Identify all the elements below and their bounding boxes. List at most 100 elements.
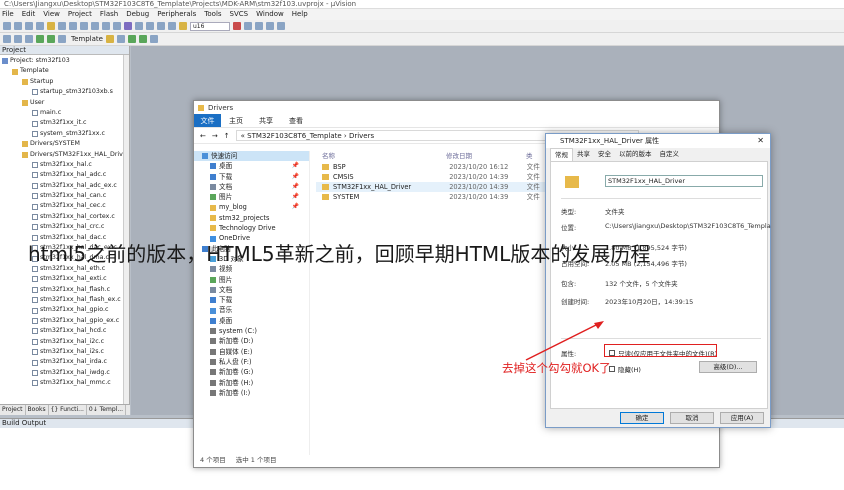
tree-item[interactable]: stm32f1xx_hal_gpio_ex.c	[0, 316, 129, 326]
rebuild-icon[interactable]	[25, 35, 33, 43]
tree-item[interactable]: stm32f1xx_hal_i2c.c	[0, 337, 129, 347]
bookmark-icon[interactable]	[124, 22, 132, 30]
tree-item[interactable]: Template	[0, 66, 129, 76]
tree-item[interactable]: stm32f1xx_hal_can.c	[0, 191, 129, 201]
target-select[interactable]: Template	[71, 35, 103, 43]
nav-item[interactable]: my_blog 📌	[194, 202, 309, 212]
compile-icon[interactable]	[3, 35, 11, 43]
pack-installer-icon[interactable]	[127, 35, 136, 43]
tree-item[interactable]: Drivers/STM32F1xx_HAL_Driv	[0, 150, 129, 160]
uncomment-icon[interactable]	[168, 22, 176, 30]
nav-item[interactable]: 图片	[194, 275, 309, 285]
tree-item[interactable]: stm32f1xx_hal_gpio.c	[0, 305, 129, 315]
file-row[interactable]: STM32F1xx_HAL_Driver 2023/10/20 14:39 文件	[316, 182, 546, 192]
panel-tab[interactable]: 0↓ Templ...	[87, 405, 127, 415]
extra-icon[interactable]	[149, 35, 158, 43]
nav-item[interactable]: 新加卷 (I:)	[194, 388, 309, 398]
configure-icon[interactable]	[255, 22, 263, 30]
menu-item-view[interactable]: View	[43, 9, 60, 20]
unindent-icon[interactable]	[146, 22, 154, 30]
nav-item[interactable]: 自媒体 (E:)	[194, 347, 309, 357]
panel-tab[interactable]: {} Functi...	[49, 405, 87, 415]
new-file-icon[interactable]	[3, 22, 11, 30]
tab-home[interactable]: 主页	[221, 114, 251, 127]
download-icon[interactable]	[47, 35, 55, 43]
nav-item[interactable]: 下载	[194, 295, 309, 305]
batch-build-icon[interactable]	[36, 35, 44, 43]
find-in-files-icon[interactable]	[179, 22, 187, 30]
file-row[interactable]: SYSTEM 2023/10/20 14:39 文件	[316, 192, 546, 202]
menu-item-help[interactable]: Help	[292, 9, 308, 20]
tree-item[interactable]: stm32f1xx_hal_adc.c	[0, 170, 129, 180]
save-all-icon[interactable]	[36, 22, 44, 30]
file-row[interactable]: CMSIS 2023/10/20 14:39 文件	[316, 172, 546, 182]
tree-item[interactable]: stm32f1xx_it.c	[0, 118, 129, 128]
nav-item[interactable]: Technology Drive	[194, 223, 309, 233]
comment-icon[interactable]	[157, 22, 165, 30]
tree-item[interactable]: startup_stm32f103xb.s	[0, 87, 129, 97]
tab-security[interactable]: 安全	[594, 148, 615, 161]
cut-icon[interactable]	[47, 22, 55, 30]
undo-icon[interactable]	[80, 22, 88, 30]
nav-item[interactable]: 文档 📌	[194, 182, 309, 192]
save-icon[interactable]	[25, 22, 33, 30]
indent-icon[interactable]	[135, 22, 143, 30]
tree-item[interactable]: stm32f1xx_hal_iwdg.c	[0, 368, 129, 378]
apply-button[interactable]: 应用(A)	[720, 412, 764, 424]
tree-item[interactable]: stm32f1xx_hal_cortex.c	[0, 212, 129, 222]
nav-item[interactable]: 桌面 📌	[194, 161, 309, 171]
menu-item-window[interactable]: Window	[256, 9, 284, 20]
nav-item[interactable]: 快速访问	[194, 151, 309, 162]
copy-icon[interactable]	[58, 22, 66, 30]
select-packs-icon[interactable]	[116, 35, 125, 43]
tree-item[interactable]: Startup	[0, 77, 129, 87]
tab-view[interactable]: 查看	[281, 114, 311, 127]
window-icon[interactable]	[266, 22, 274, 30]
nav-back-icon[interactable]	[102, 22, 110, 30]
tab-sharing[interactable]: 共享	[573, 148, 594, 161]
cancel-button[interactable]: 取消	[670, 412, 714, 424]
tab-general[interactable]: 常规	[550, 148, 573, 161]
tree-item[interactable]: stm32f1xx_hal_cec.c	[0, 201, 129, 211]
menu-item-peripherals[interactable]: Peripherals	[157, 9, 196, 20]
tab-share[interactable]: 共享	[251, 114, 281, 127]
column-type[interactable]: 类	[526, 151, 533, 162]
column-name[interactable]: 名称	[316, 151, 446, 162]
menu-item-project[interactable]: Project	[68, 9, 92, 20]
tree-item[interactable]: stm32f1xx_hal_irda.c	[0, 357, 129, 367]
tree-item[interactable]: stm32f1xx_hal_hcd.c	[0, 326, 129, 336]
manage-rte-icon[interactable]	[138, 35, 147, 43]
manage-project-icon[interactable]	[105, 35, 114, 43]
advanced-button[interactable]: 高级(D)...	[699, 361, 757, 373]
menu-item-svcs[interactable]: SVCS	[230, 9, 249, 20]
tree-item[interactable]: stm32f1xx_hal_i2s.c	[0, 347, 129, 357]
tree-item[interactable]: main.c	[0, 108, 129, 118]
panel-tab[interactable]: Books	[26, 405, 49, 415]
nav-item[interactable]: 桌面	[194, 316, 309, 326]
nav-item[interactable]: stm32_projects	[194, 213, 309, 223]
column-date[interactable]: 修改日期	[446, 151, 526, 162]
forward-arrow-icon[interactable]: →	[212, 132, 218, 140]
pin-icon[interactable]: 📌	[292, 202, 299, 212]
menu-item-tools[interactable]: Tools	[204, 9, 221, 20]
redo-icon[interactable]	[91, 22, 99, 30]
up-arrow-icon[interactable]: ↑	[224, 132, 230, 140]
find-combo[interactable]: u16	[190, 21, 230, 31]
open-file-icon[interactable]	[14, 22, 22, 30]
search-icon[interactable]	[244, 22, 252, 30]
target-options-icon[interactable]	[58, 35, 66, 43]
tree-item[interactable]: User	[0, 98, 129, 108]
tools-icon[interactable]	[277, 22, 285, 30]
tab-previous-versions[interactable]: 以前的版本	[615, 148, 656, 161]
pin-icon[interactable]: 📌	[292, 161, 299, 171]
tree-item[interactable]: Project: stm32f103	[0, 56, 129, 66]
tab-customize[interactable]: 自定义	[656, 148, 684, 161]
tree-item[interactable]: Drivers/SYSTEM	[0, 139, 129, 149]
menu-item-debug[interactable]: Debug	[126, 9, 149, 20]
tree-item[interactable]: stm32f1xx_hal_exti.c	[0, 274, 129, 284]
hidden-checkbox[interactable]: 隐藏(H)	[609, 364, 641, 374]
nav-item[interactable]: 音乐	[194, 305, 309, 315]
close-icon[interactable]: ✕	[757, 136, 764, 145]
tree-item[interactable]: stm32f1xx_hal_flash_ex.c	[0, 295, 129, 305]
back-arrow-icon[interactable]: ←	[200, 132, 206, 140]
